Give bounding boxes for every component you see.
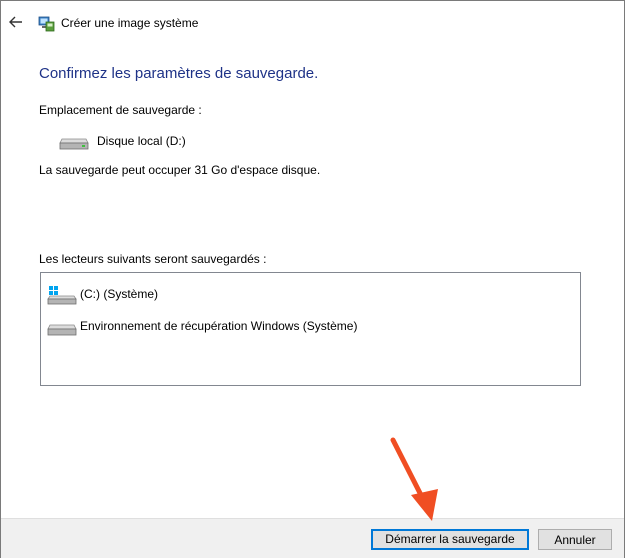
drives-list-label: Les lecteurs suivants seront sauvegardés…: [39, 252, 267, 266]
hard-drive-icon: [59, 138, 89, 150]
list-item-recovery[interactable]: Environnement de récupération Windows (S…: [41, 315, 580, 339]
back-arrow-icon[interactable]: [7, 13, 25, 31]
backup-location-label: Emplacement de sauvegarde :: [39, 103, 202, 117]
command-bar: Démarrer la sauvegarde Annuler: [1, 518, 624, 558]
list-item-label: Environnement de récupération Windows (S…: [80, 319, 358, 333]
list-item-drive-c[interactable]: (C:) (Système): [41, 283, 580, 307]
page-heading: Confirmez les paramètres de sauvegarde.: [39, 65, 319, 82]
dialog-window: Créer une image système Confirmez les pa…: [0, 0, 625, 558]
backup-location-drive: Disque local (D:): [97, 134, 186, 148]
cancel-button[interactable]: Annuler: [538, 529, 612, 550]
window-title: Créer une image système: [61, 16, 199, 30]
hard-drive-icon: [47, 324, 77, 336]
list-item-label: (C:) (Système): [80, 287, 158, 301]
drives-listbox[interactable]: (C:) (Système) Environnement de récupéra…: [40, 272, 581, 386]
backup-restore-icon: [38, 16, 55, 32]
annotation-arrow-icon: [390, 437, 438, 521]
title-bar: Créer une image système: [1, 1, 624, 45]
start-backup-button[interactable]: Démarrer la sauvegarde: [371, 529, 529, 550]
space-note: La sauvegarde peut occuper 31 Go d'espac…: [39, 163, 321, 177]
windows-drive-icon: [47, 286, 77, 305]
